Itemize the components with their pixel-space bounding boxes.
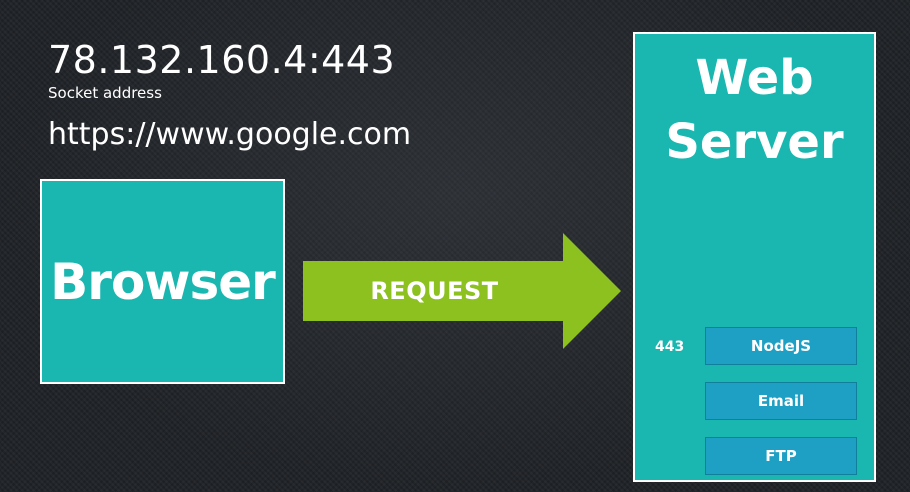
socket-address-value: 78.132.160.4:443	[48, 38, 396, 82]
browser-label: Browser	[50, 252, 276, 311]
web-server-title: Web Server	[635, 46, 874, 174]
url-text: https://www.google.com	[48, 117, 412, 152]
service-email: Email	[705, 382, 857, 420]
port-label: 443	[655, 339, 685, 355]
browser-box: Browser	[40, 179, 285, 384]
socket-address-caption: Socket address	[48, 84, 162, 102]
web-server-title-line2: Server	[665, 114, 844, 170]
web-server-title-line1: Web	[695, 50, 814, 106]
service-nodejs: NodeJS	[705, 327, 857, 365]
request-label: REQUEST	[370, 277, 499, 305]
service-ftp: FTP	[705, 437, 857, 475]
